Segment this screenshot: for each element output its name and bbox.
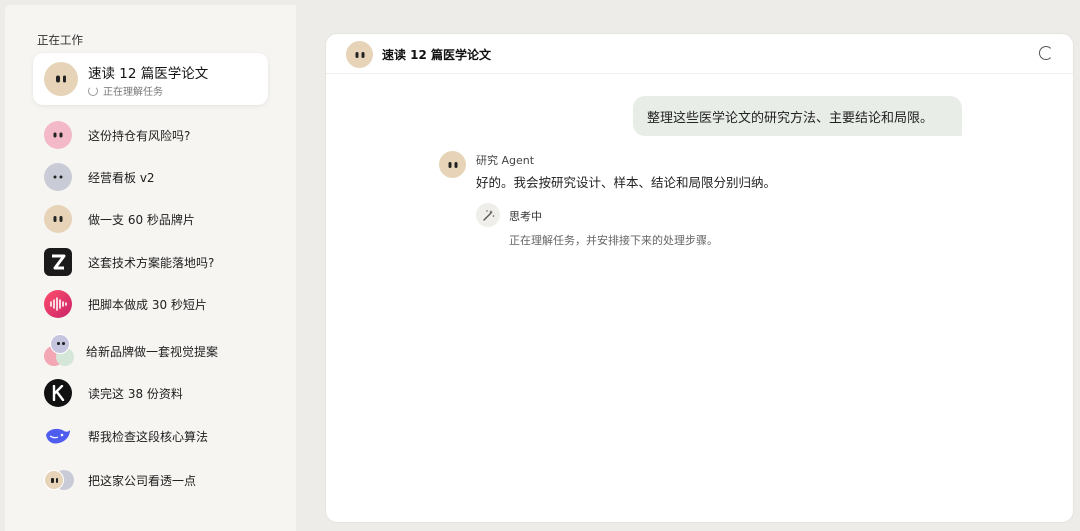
sidebar-item-brand-film[interactable]: 做一支 60 秒品牌片 xyxy=(33,202,268,236)
pink-face-avatar-icon xyxy=(44,121,72,149)
beige-face-avatar-icon xyxy=(346,41,373,68)
sidebar-item-short-video[interactable]: 把脚本做成 30 秒短片 xyxy=(33,287,268,321)
sidebar-item-label: 这份持仓有风险吗? xyxy=(88,128,191,143)
sidebar-item-label: 给新品牌做一套视觉提案 xyxy=(86,344,219,359)
thinking-label: 思考中 xyxy=(509,210,542,223)
magic-wand-icon xyxy=(476,203,500,227)
sidebar-item-label: 把这家公司看透一点 xyxy=(88,473,197,488)
sidebar: 正在工作 速读 12 篇医学论文 正在理解任务 这份持仓有风险吗? 经营看板 v… xyxy=(5,5,296,531)
sidebar-item-dashboard[interactable]: 经营看板 v2 xyxy=(33,160,268,194)
sidebar-item-label: 经营看板 v2 xyxy=(88,170,155,185)
whale-logo-icon xyxy=(44,422,72,450)
agent-message: 好的。我会按研究设计、样本、结论和局限分别归纳。 xyxy=(476,175,777,190)
section-title: 正在工作 xyxy=(37,33,83,47)
active-task-status: 正在理解任务 xyxy=(88,83,163,98)
loading-icon xyxy=(88,85,98,96)
pair-avatars-icon xyxy=(44,466,74,494)
sidebar-item-label: 这套技术方案能落地吗? xyxy=(88,255,215,270)
beige-face-avatar-icon xyxy=(439,151,466,178)
sidebar-item-label: 把脚本做成 30 秒短片 xyxy=(88,297,207,312)
chat-header: 速读 12 篇医学论文 xyxy=(326,34,1073,74)
agent-name: 研究 Agent xyxy=(476,154,535,167)
sidebar-item-tech-plan[interactable]: 这套技术方案能落地吗? xyxy=(33,245,268,279)
gray-face-avatar-icon xyxy=(44,163,72,191)
active-task-card[interactable]: 速读 12 篇医学论文 正在理解任务 xyxy=(33,53,268,105)
sidebar-item-check-algorithm[interactable]: 帮我检查这段核心算法 xyxy=(33,419,268,453)
sidebar-item-company-analysis[interactable]: 把这家公司看透一点 xyxy=(33,463,268,497)
sidebar-item-portfolio-risk[interactable]: 这份持仓有风险吗? xyxy=(33,118,268,152)
sidebar-item-label: 帮我检查这段核心算法 xyxy=(88,429,209,444)
sidebar-item-read-docs[interactable]: 读完这 38 份资料 xyxy=(33,376,268,410)
chat-title: 速读 12 篇医学论文 xyxy=(382,48,492,62)
sidebar-item-label: 做一支 60 秒品牌片 xyxy=(88,212,195,227)
sidebar-item-label: 读完这 38 份资料 xyxy=(88,386,183,401)
group-avatars-icon xyxy=(42,334,74,368)
loading-icon xyxy=(1039,46,1053,60)
z-logo-icon xyxy=(44,248,72,276)
sound-wave-logo-icon xyxy=(44,290,72,318)
thinking-text: 正在理解任务，并安排接下来的处理步骤。 xyxy=(509,234,718,247)
beige-face-avatar-icon xyxy=(44,205,72,233)
chat-panel: 速读 12 篇医学论文 整理这些医学论文的研究方法、主要结论和局限。 研究 Ag… xyxy=(325,33,1074,523)
sidebar-item-visual-proposal[interactable]: 给新品牌做一套视觉提案 xyxy=(33,331,268,371)
active-task-title: 速读 12 篇医学论文 xyxy=(88,66,209,82)
beige-face-avatar-icon xyxy=(44,62,78,96)
user-message: 整理这些医学论文的研究方法、主要结论和局限。 xyxy=(633,96,962,136)
k-logo-icon xyxy=(44,379,72,407)
